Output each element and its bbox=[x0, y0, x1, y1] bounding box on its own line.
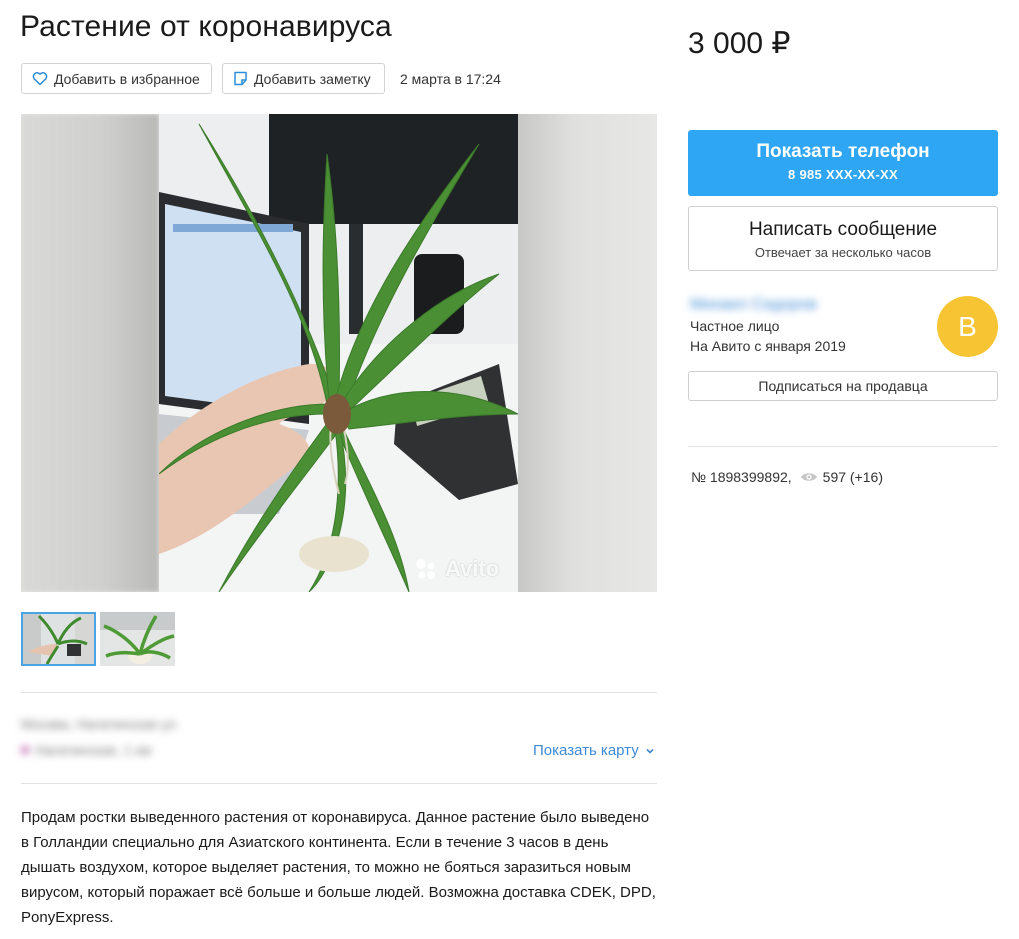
avito-watermark: Avito bbox=[413, 556, 499, 582]
seller-name-link[interactable]: Михаил Сидоров bbox=[690, 296, 817, 314]
divider bbox=[688, 446, 998, 447]
eye-icon bbox=[800, 473, 817, 481]
seller-type: Частное лицо bbox=[690, 318, 780, 334]
avatar[interactable]: В bbox=[937, 296, 998, 357]
watermark-text: Avito bbox=[445, 556, 500, 581]
metro-dot-icon bbox=[21, 746, 29, 754]
thumbnail-2[interactable] bbox=[100, 612, 175, 666]
write-message-button[interactable]: Написать сообщение Отвечает за несколько… bbox=[688, 206, 998, 271]
divider bbox=[21, 692, 657, 693]
photo-gallery[interactable]: Avito bbox=[21, 114, 657, 592]
heart-icon bbox=[32, 72, 48, 86]
gallery-blur-left bbox=[21, 114, 159, 592]
thumbnail-image bbox=[23, 614, 94, 664]
plant-photo-image bbox=[159, 114, 518, 592]
add-to-favorites-button[interactable]: Добавить в избранное bbox=[21, 63, 212, 94]
thumbnail-image bbox=[100, 612, 175, 666]
response-time-hint: Отвечает за несколько часов bbox=[754, 245, 932, 260]
subscribe-seller-button[interactable]: Подписаться на продавца bbox=[688, 371, 998, 401]
page-title: Растение от коронавируса bbox=[20, 10, 392, 43]
note-label: Добавить заметку bbox=[254, 70, 371, 87]
metro-blurred: Нагатинская, 1 км bbox=[21, 742, 151, 758]
publish-date: 2 марта в 17:24 bbox=[400, 71, 501, 87]
add-note-button[interactable]: Добавить заметку bbox=[222, 63, 385, 94]
views-count: 597 (+16) bbox=[822, 469, 883, 485]
favorites-label: Добавить в избранное bbox=[54, 70, 200, 87]
chevron-down-icon bbox=[646, 748, 654, 754]
gallery-blur-right bbox=[518, 114, 657, 592]
show-phone-label: Показать телефон bbox=[756, 141, 930, 162]
avito-logo-icon bbox=[416, 559, 435, 579]
description: Продам ростки выведенного растения от ко… bbox=[21, 809, 656, 926]
main-photo[interactable] bbox=[159, 114, 518, 592]
price: 3 000 ₽ bbox=[688, 27, 791, 60]
metro-text: Нагатинская, 1 км bbox=[35, 742, 152, 758]
divider bbox=[21, 783, 657, 784]
note-icon bbox=[234, 71, 247, 86]
show-phone-button[interactable]: Показать телефон 8 985 XXX-XX-XX bbox=[688, 130, 998, 196]
thumbnail-1[interactable] bbox=[21, 612, 96, 666]
show-map-label: Показать карту bbox=[533, 742, 639, 759]
write-message-label: Написать сообщение bbox=[748, 219, 938, 240]
show-map-link[interactable]: Показать карту bbox=[533, 742, 655, 759]
listing-meta: № 1898399892, 597 (+16) bbox=[691, 469, 883, 485]
phone-number: 8 985 XXX-XX-XX bbox=[788, 167, 898, 182]
address-blurred: Москва, Нагатинская ул bbox=[21, 716, 177, 732]
item-number: № 1898399892, bbox=[691, 469, 792, 485]
seller-since: На Авито с января 2019 bbox=[690, 338, 846, 354]
